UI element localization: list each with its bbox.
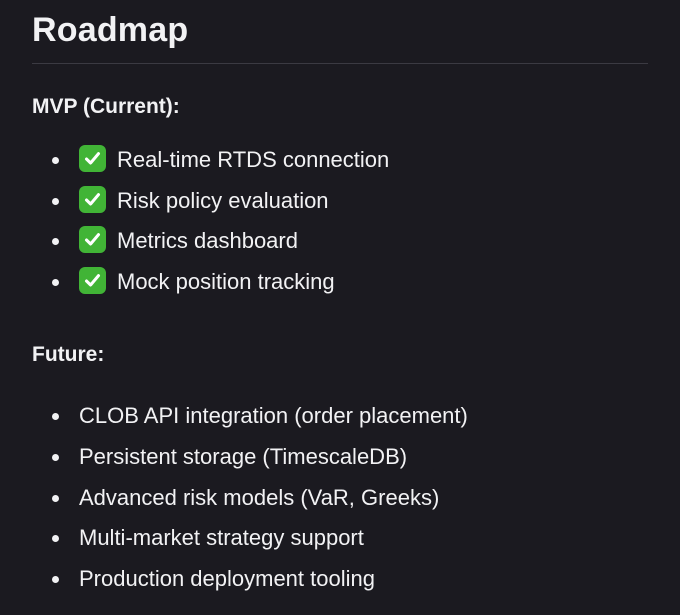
check-icon bbox=[79, 185, 106, 213]
bullet-icon bbox=[52, 575, 59, 583]
list-item: Multi-market strategy support bbox=[32, 518, 648, 559]
document: Roadmap MVP (Current): Real-time RTDS co… bbox=[32, 0, 648, 599]
bullet-icon bbox=[52, 157, 59, 164]
list-item: Production deployment tooling bbox=[32, 559, 648, 600]
bullet-icon bbox=[52, 535, 59, 543]
mvp-list: Real-time RTDS connection Risk policy ev… bbox=[32, 140, 648, 302]
bullet-icon bbox=[52, 278, 59, 286]
list-item-label: Persistent storage (TimescaleDB) bbox=[79, 443, 408, 469]
list-item: Mock position tracking bbox=[32, 262, 648, 303]
mvp-heading: MVP (Current): bbox=[32, 95, 180, 118]
list-item: Metrics dashboard bbox=[32, 221, 648, 262]
list-item-label: Mock position tracking bbox=[117, 268, 335, 294]
future-list: CLOB API integration (order placement) P… bbox=[32, 396, 648, 599]
future-heading: Future: bbox=[32, 343, 105, 367]
bullet-icon bbox=[52, 494, 59, 502]
title-divider bbox=[32, 63, 648, 64]
bullet-icon bbox=[52, 197, 59, 205]
list-item-label: Real-time RTDS connection bbox=[117, 147, 390, 172]
list-item-label: CLOB API integration (order placement) bbox=[79, 403, 468, 429]
list-item: Persistent storage (TimescaleDB) bbox=[32, 437, 648, 478]
page-title: Roadmap bbox=[32, 11, 189, 49]
list-item: Real-time RTDS connection bbox=[32, 140, 648, 181]
list-item-label: Production deployment tooling bbox=[79, 565, 375, 591]
list-item: Advanced risk models (VaR, Greeks) bbox=[32, 478, 648, 519]
bullet-icon bbox=[52, 413, 59, 421]
list-item: Risk policy evaluation bbox=[32, 181, 648, 222]
list-item-label: Metrics dashboard bbox=[117, 228, 298, 254]
check-icon bbox=[79, 226, 106, 254]
list-item-label: Multi-market strategy support bbox=[79, 525, 364, 551]
check-icon bbox=[79, 266, 106, 294]
list-item-label: Risk policy evaluation bbox=[117, 187, 329, 213]
bullet-icon bbox=[52, 453, 59, 461]
list-item-label: Advanced risk models (VaR, Greeks) bbox=[79, 484, 440, 510]
list-item: CLOB API integration (order placement) bbox=[32, 396, 648, 437]
check-icon bbox=[79, 145, 106, 172]
bullet-icon bbox=[52, 238, 59, 246]
